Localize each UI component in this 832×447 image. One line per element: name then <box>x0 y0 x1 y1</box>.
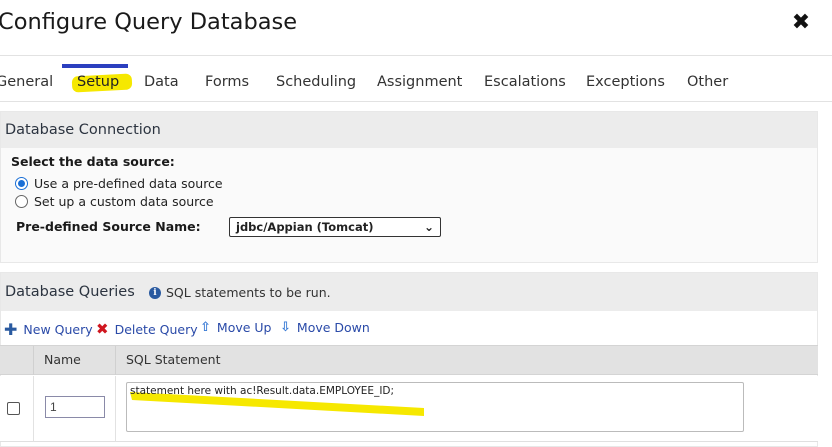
source-name-label: Pre-defined Source Name: <box>16 219 201 234</box>
tab-bar: General Setup Data Forms Scheduling Assi… <box>0 57 832 102</box>
arrow-down-icon: ⇩ <box>280 320 291 335</box>
tab-setup[interactable]: Setup <box>77 74 119 90</box>
delete-query-label: Delete Query <box>114 321 198 337</box>
tab-data[interactable]: Data <box>144 74 179 90</box>
tab-other[interactable]: Other <box>687 74 728 90</box>
delete-icon: ✖ <box>96 320 109 338</box>
arrow-up-icon: ⇧ <box>200 320 211 335</box>
database-connection-header: Database Connection <box>1 112 817 148</box>
column-header-name: Name <box>33 346 115 375</box>
query-name-input[interactable] <box>45 396 105 418</box>
sql-statement-textarea[interactable]: statement here with ac!Result.data.EMPLO… <box>126 382 744 432</box>
dialog-header: Configure Query Database ✖ <box>0 0 832 56</box>
radio-custom-button[interactable] <box>15 194 28 208</box>
select-column-header <box>0 346 33 375</box>
tab-assignment[interactable]: Assignment <box>377 74 462 90</box>
queries-toolbar: ✚ New Query ✖ Delete Query ⇧ Move Up ⇩ M… <box>0 310 818 344</box>
radio-custom-label: Set up a custom data source <box>34 193 214 209</box>
tab-general[interactable]: General <box>0 74 53 90</box>
close-icon[interactable]: ✖ <box>790 12 812 34</box>
dialog-title-highlight: Query Database <box>114 9 297 35</box>
radio-custom-source[interactable]: Set up a custom data source <box>15 193 214 209</box>
delete-query-button[interactable]: ✖ Delete Query <box>96 320 198 338</box>
select-source-label: Select the data source: <box>11 154 175 169</box>
column-header-sql: SQL Statement <box>115 346 818 375</box>
source-name-value: jdbc/Appian (Tomcat) <box>236 220 374 234</box>
database-connection-title: Database Connection <box>5 122 161 138</box>
chevron-down-icon: ⌄ <box>423 220 434 234</box>
info-icon: i <box>149 286 161 299</box>
move-up-label: Move Up <box>216 320 272 335</box>
new-query-label: New Query <box>23 322 93 337</box>
database-queries-title: Database Queries <box>5 284 135 300</box>
database-queries-header: Database Queries i SQL statements to be … <box>1 273 817 311</box>
queries-info: i SQL statements to be run. <box>149 285 331 300</box>
source-name-select[interactable]: jdbc/Appian (Tomcat) ⌄ <box>229 217 441 237</box>
radio-predefined-label: Use a pre-defined data source <box>34 175 223 191</box>
move-down-label: Move Down <box>296 320 370 335</box>
radio-predefined-source[interactable]: Use a pre-defined data source <box>15 175 223 191</box>
new-query-button[interactable]: ✚ New Query <box>4 320 93 339</box>
row-checkbox[interactable] <box>7 402 20 415</box>
move-down-button[interactable]: ⇩ Move Down <box>280 320 370 335</box>
dialog-title-prefix: Configure <box>0 9 115 35</box>
plus-icon: ✚ <box>4 320 18 339</box>
dialog-title: Configure Query Database <box>0 9 297 35</box>
tab-forms[interactable]: Forms <box>205 74 249 90</box>
dialog-title-highlight-text: Query Database <box>114 9 298 35</box>
move-up-button[interactable]: ⇧ Move Up <box>200 320 271 335</box>
queries-grid-header: Name SQL Statement <box>0 345 818 375</box>
tab-exceptions[interactable]: Exceptions <box>586 74 665 90</box>
tab-active-indicator <box>62 64 128 68</box>
queries-info-text: SQL statements to be run. <box>166 285 331 300</box>
tab-scheduling[interactable]: Scheduling <box>276 74 356 90</box>
tab-escalations[interactable]: Escalations <box>484 74 566 90</box>
radio-predefined-button[interactable] <box>15 176 28 190</box>
